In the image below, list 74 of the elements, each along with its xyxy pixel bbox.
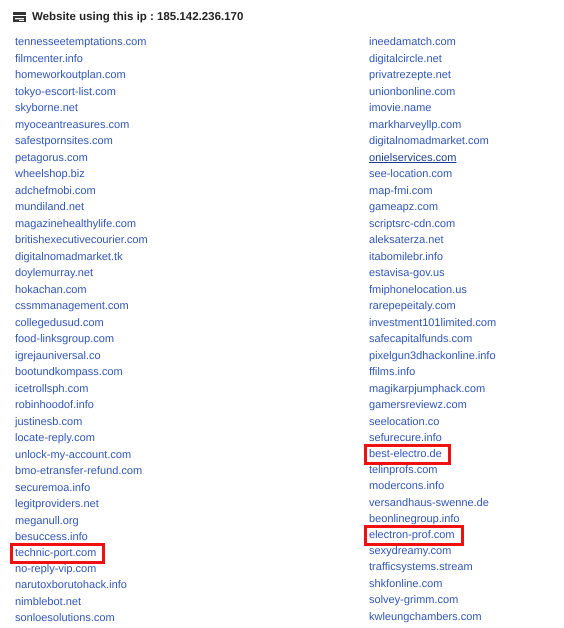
domain-link[interactable]: hokachan.com bbox=[15, 282, 87, 298]
domain-link[interactable]: food-linksgroup.com bbox=[15, 331, 114, 348]
domain-link[interactable]: fmiphonelocation.us bbox=[369, 282, 467, 298]
domain-link[interactable]: wheelshop.biz bbox=[15, 166, 85, 182]
domain-link[interactable]: see-location.com bbox=[369, 166, 452, 182]
domain-link[interactable]: mundiland.net bbox=[15, 199, 84, 216]
domain-link[interactable]: robinhoodof.info bbox=[15, 397, 94, 414]
domain-link[interactable]: igrejauniversal.co bbox=[15, 348, 101, 364]
domain-link[interactable]: scriptsrc-cdn.com bbox=[369, 216, 456, 232]
domain-link[interactable]: homeworkoutplan.com bbox=[15, 67, 126, 84]
domain-link[interactable]: rarepepeitaly.com bbox=[369, 298, 456, 314]
domain-link[interactable]: privatrezepte.net bbox=[369, 67, 451, 84]
domain-link[interactable]: magazinehealthylife.com bbox=[15, 216, 136, 232]
domain-link[interactable]: petagorus.com bbox=[15, 150, 88, 166]
list-icon bbox=[13, 12, 26, 22]
domain-link[interactable]: versandhaus-swenne.de bbox=[369, 494, 489, 511]
domain-link[interactable]: investment101limited.com bbox=[369, 314, 496, 331]
domain-link[interactable]: unlock-my-account.com bbox=[15, 446, 132, 463]
domain-link[interactable]: ineedamatch.com bbox=[369, 34, 456, 50]
domain-link[interactable]: onielservices.com bbox=[369, 150, 456, 166]
domain-link[interactable]: collegedusud.com bbox=[15, 314, 104, 331]
domain-link[interactable]: best-electro.de bbox=[364, 444, 451, 464]
domain-link[interactable]: no-reply-vip.com bbox=[15, 560, 96, 577]
domain-link[interactable]: solvey-grimm.com bbox=[369, 592, 458, 608]
domain-link[interactable]: seelocation.co bbox=[369, 414, 440, 430]
domain-link[interactable]: meganull.org bbox=[15, 512, 79, 529]
domain-link[interactable]: bootundkompass.com bbox=[15, 364, 123, 380]
domain-link[interactable]: filmcenter.info bbox=[15, 50, 83, 67]
domain-link[interactable]: map-fmi.com bbox=[369, 182, 433, 199]
domain-link[interactable]: technic-port.com bbox=[10, 542, 106, 564]
domain-link[interactable]: narutoxborutohack.info bbox=[15, 577, 127, 594]
domain-link[interactable]: safecapitalfunds.com bbox=[369, 331, 472, 348]
domain-link[interactable]: securemoa.info bbox=[15, 480, 90, 496]
domain-link[interactable]: estavisa-gov.us bbox=[369, 265, 445, 282]
domain-link[interactable]: sexydreamy.com bbox=[369, 542, 452, 559]
domain-link[interactable]: sonloesolutions.com bbox=[15, 610, 115, 626]
domain-link[interactable]: doylemurray.net bbox=[15, 265, 94, 282]
domain-link[interactable]: markharveyllp.com bbox=[369, 116, 462, 133]
domain-link[interactable]: gamersreviewz.com bbox=[369, 397, 467, 414]
domain-link[interactable]: imovie.name bbox=[369, 100, 432, 116]
domain-link[interactable]: modercons.info bbox=[369, 478, 444, 494]
domain-link[interactable]: britishexecutivecourier.com bbox=[15, 232, 148, 248]
domain-link[interactable]: ffilms.info bbox=[369, 364, 416, 380]
section-title: Website using this ip : 185.142.236.170 bbox=[32, 11, 244, 23]
domain-link[interactable]: unionbonline.com bbox=[369, 84, 456, 100]
domain-link[interactable]: digitalcircle.net bbox=[369, 50, 442, 67]
domain-link[interactable]: locate-reply.com bbox=[15, 430, 95, 446]
domain-link[interactable]: adchefmobi.com bbox=[15, 182, 96, 199]
domain-link[interactable]: itabomilebr.info bbox=[369, 248, 443, 265]
domain-link[interactable]: icetrollsph.com bbox=[15, 380, 88, 397]
domain-link[interactable]: tennesseetemptations.com bbox=[15, 34, 146, 50]
domain-link[interactable]: aleksaterza.net bbox=[369, 232, 444, 248]
domain-link[interactable]: electron-prof.com bbox=[364, 524, 464, 546]
domain-link[interactable]: shkfonline.com bbox=[369, 576, 442, 592]
domain-link[interactable]: justinesb.com bbox=[15, 414, 82, 430]
domain-link[interactable]: digitalnomadmarket.tk bbox=[15, 248, 123, 265]
domain-link[interactable]: telinprofs.com bbox=[369, 462, 438, 478]
domain-link[interactable]: pixelgun3dhackonline.info bbox=[369, 348, 496, 364]
domain-link[interactable]: magikarpjumphack.com bbox=[369, 380, 486, 397]
domain-link[interactable]: legitproviders.net bbox=[15, 496, 99, 512]
domain-link[interactable]: skyborne.net bbox=[15, 100, 78, 116]
domain-link[interactable]: safestpornsites.com bbox=[15, 133, 113, 150]
domain-link[interactable]: tokyo-escort-list.com bbox=[15, 84, 116, 100]
domain-link[interactable]: kwleungchambers.com bbox=[369, 608, 482, 625]
domain-link[interactable]: digitalnomadmarket.com bbox=[369, 133, 489, 150]
domain-link[interactable]: cssmmanagement.com bbox=[15, 298, 129, 314]
domain-link[interactable]: myoceantreasures.com bbox=[15, 116, 130, 133]
domain-link[interactable]: trafficsystems.stream bbox=[369, 559, 473, 576]
domain-link[interactable]: sefurecure.info bbox=[369, 430, 442, 446]
domain-link[interactable]: bmo-etransfer-refund.com bbox=[15, 463, 142, 480]
domain-link[interactable]: nimblebot.net bbox=[15, 594, 82, 610]
domain-link[interactable]: gameapz.com bbox=[369, 199, 438, 216]
domain-link[interactable]: besuccess.info bbox=[15, 529, 88, 546]
domain-link[interactable]: beonlinegroup.info bbox=[369, 511, 460, 528]
